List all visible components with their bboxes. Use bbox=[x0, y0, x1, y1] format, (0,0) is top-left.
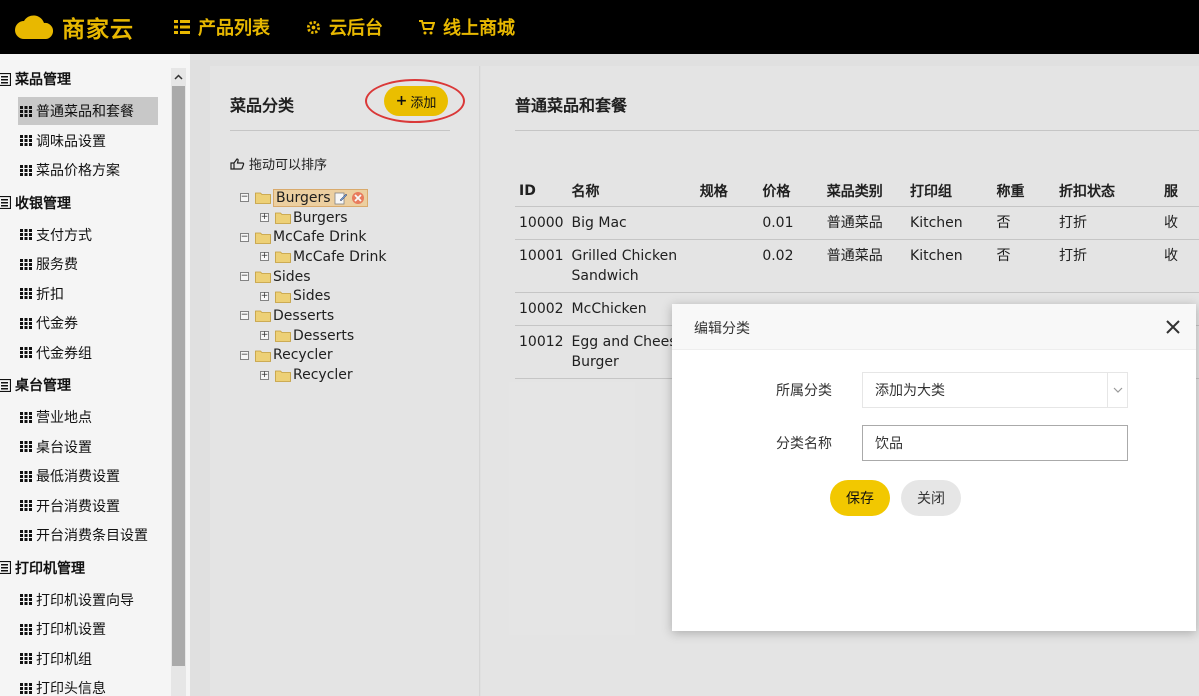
dialog-title: 编辑分类 bbox=[694, 321, 750, 337]
sidebar-item[interactable]: 打印机设置向导 bbox=[0, 586, 170, 614]
chevron-down-icon bbox=[1107, 373, 1127, 407]
grid-icon bbox=[20, 529, 32, 541]
parent-category-select[interactable]: 添加为大类 bbox=[862, 372, 1128, 408]
grid-icon bbox=[20, 441, 32, 452]
menu-group-icon bbox=[0, 72, 11, 86]
gear-icon bbox=[306, 20, 321, 35]
sidebar-item-label: 打印头信息 bbox=[36, 681, 106, 696]
grid-icon bbox=[20, 347, 32, 358]
close-button[interactable]: 关闭 bbox=[901, 480, 961, 516]
sidebar: 菜品管理普通菜品和套餐 调味品设置菜品价格方案收银管理支付方式服务费折扣代金券代金… bbox=[0, 54, 190, 696]
sidebar-item[interactable]: 打印机设置 bbox=[0, 615, 170, 643]
sidebar-item-label: 开台消费条目设置 bbox=[36, 528, 148, 544]
parent-category-label: 所属分类 bbox=[776, 383, 832, 399]
grid-icon bbox=[20, 411, 32, 423]
parent-category-value: 添加为大类 bbox=[875, 383, 945, 399]
top-bar: 商家云 产品列表 云后台 线上商城 bbox=[0, 0, 1199, 54]
category-name-label: 分类名称 bbox=[776, 436, 832, 452]
grid-icon bbox=[20, 623, 32, 635]
sidebar-item[interactable]: 折扣 bbox=[0, 280, 170, 308]
sidebar-item[interactable]: 营业地点 bbox=[0, 403, 170, 431]
category-name-row: 分类名称 饮品 bbox=[672, 425, 1128, 461]
nav-cloud-backend-label: 云后台 bbox=[329, 18, 383, 39]
nav-product-list[interactable]: 产品列表 bbox=[174, 14, 270, 40]
sidebar-item-label: 调味品设置 bbox=[36, 133, 106, 150]
sidebar-item-label: 支付方式 bbox=[36, 227, 92, 244]
sidebar-item[interactable]: 最低消费设置 bbox=[0, 462, 170, 490]
sidebar-item[interactable]: 桌台设置 bbox=[0, 433, 170, 461]
sidebar-menu: 菜品管理普通菜品和套餐 调味品设置菜品价格方案收银管理支付方式服务费折扣代金券代金… bbox=[0, 68, 170, 696]
cart-icon bbox=[419, 19, 435, 35]
sidebar-item[interactable]: 代金券组 bbox=[0, 339, 170, 367]
sidebar-item[interactable]: 普通菜品和套餐 bbox=[18, 97, 158, 125]
sidebar-item[interactable]: 服务费 bbox=[0, 250, 170, 278]
sidebar-item-label: 打印机组 bbox=[36, 651, 92, 668]
nav-online-store-label: 线上商城 bbox=[443, 18, 515, 39]
brand[interactable]: 商家云 bbox=[14, 10, 174, 44]
sidebar-item-label: 桌台设置 bbox=[36, 439, 92, 456]
sidebar-item-label: 开台消费设置 bbox=[36, 498, 120, 515]
nav-product-list-label: 产品列表 bbox=[198, 18, 270, 39]
menu-group-icon bbox=[0, 196, 11, 209]
menu-group-icon bbox=[0, 378, 11, 392]
dialog-header: 编辑分类 bbox=[672, 304, 1196, 350]
scroll-up-arrow-icon[interactable] bbox=[174, 70, 183, 80]
nav-online-store[interactable]: 线上商城 bbox=[419, 14, 515, 40]
sidebar-item[interactable]: 调味品设置 bbox=[0, 127, 170, 155]
sidebar-scrollbar[interactable] bbox=[171, 68, 186, 696]
menu-group-icon bbox=[0, 561, 11, 574]
grid-icon bbox=[20, 229, 32, 240]
top-nav: 产品列表 云后台 线上商城 bbox=[174, 14, 551, 40]
nav-cloud-backend[interactable]: 云后台 bbox=[306, 14, 383, 40]
sidebar-group-label: 菜品管理 bbox=[15, 72, 71, 88]
scrollbar-thumb[interactable] bbox=[172, 86, 185, 666]
save-button[interactable]: 保存 bbox=[830, 480, 890, 516]
grid-icon bbox=[20, 653, 32, 664]
grid-icon bbox=[20, 470, 32, 482]
sidebar-group[interactable]: 菜品管理 bbox=[0, 68, 170, 90]
sidebar-item-label: 打印机设置 bbox=[36, 622, 106, 638]
sidebar-item-label: 菜品价格方案 bbox=[36, 163, 120, 179]
grid-icon bbox=[20, 500, 32, 511]
grid-icon bbox=[20, 594, 32, 605]
sidebar-item-label: 普通菜品和套餐 bbox=[36, 104, 134, 120]
sidebar-item-label: 营业地点 bbox=[36, 410, 92, 426]
grid-icon bbox=[20, 682, 32, 694]
sidebar-item[interactable]: 支付方式 bbox=[0, 221, 170, 249]
sidebar-item-label: 最低消费设置 bbox=[36, 469, 120, 485]
grid-icon bbox=[20, 135, 32, 146]
grid-icon bbox=[20, 105, 32, 117]
sidebar-group-label: 收银管理 bbox=[15, 195, 71, 212]
grid-icon bbox=[20, 288, 32, 299]
category-name-input[interactable]: 饮品 bbox=[862, 425, 1128, 461]
edit-category-dialog: 编辑分类 所属分类 添加为大类 分类名称 饮品 保存 关闭 bbox=[672, 304, 1196, 631]
sidebar-item[interactable]: 菜品价格方案 bbox=[0, 156, 170, 184]
sidebar-item-label: 服务费 bbox=[36, 257, 78, 273]
sidebar-item[interactable]: 打印机组 bbox=[0, 645, 170, 673]
parent-category-row: 所属分类 添加为大类 bbox=[672, 372, 1128, 408]
sidebar-item[interactable]: 代金券 bbox=[0, 309, 170, 337]
sidebar-group[interactable]: 桌台管理 bbox=[0, 374, 170, 396]
sidebar-item-label: 代金券组 bbox=[36, 345, 92, 362]
sidebar-item[interactable]: 开台消费设置 bbox=[0, 492, 170, 520]
grid-icon bbox=[20, 258, 32, 270]
close-icon[interactable] bbox=[1164, 318, 1182, 336]
list-icon bbox=[174, 20, 190, 34]
sidebar-item-label: 打印机设置向导 bbox=[36, 592, 134, 609]
sidebar-group-label: 桌台管理 bbox=[15, 378, 71, 394]
category-name-value: 饮品 bbox=[875, 436, 903, 452]
sidebar-item-label: 代金券 bbox=[36, 316, 78, 332]
brand-name: 商家云 bbox=[62, 17, 134, 43]
grid-icon bbox=[20, 164, 32, 176]
grid-icon bbox=[20, 317, 32, 329]
sidebar-group[interactable]: 打印机管理 bbox=[0, 557, 170, 579]
sidebar-item[interactable]: 开台消费条目设置 bbox=[0, 521, 170, 549]
sidebar-item-label: 折扣 bbox=[36, 286, 64, 303]
cloud-logo-icon bbox=[14, 13, 54, 41]
sidebar-group[interactable]: 收银管理 bbox=[0, 192, 170, 214]
sidebar-item[interactable]: 打印头信息 bbox=[0, 674, 170, 696]
sidebar-group-label: 打印机管理 bbox=[15, 560, 85, 577]
